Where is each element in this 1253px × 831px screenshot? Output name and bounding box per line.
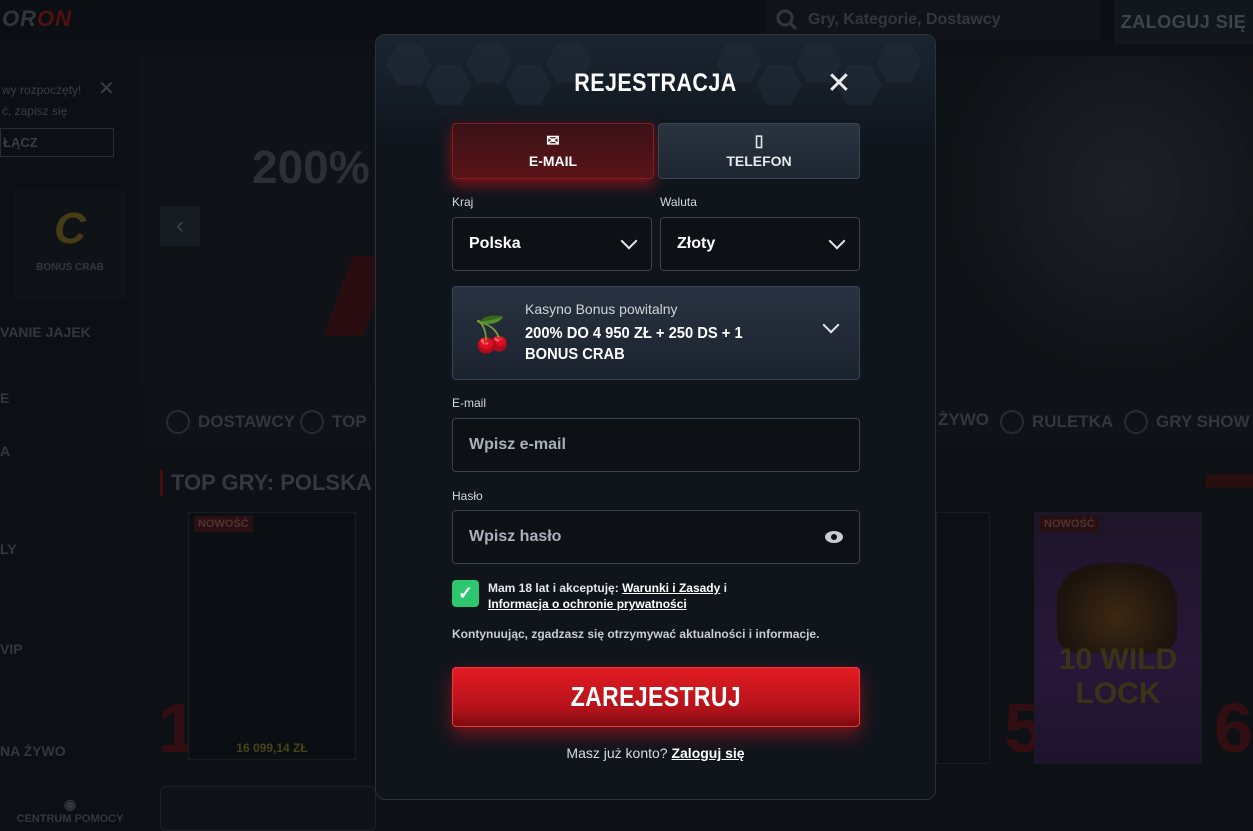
terms-text: Mam 18 lat i akceptuję: Warunki i Zasady…	[488, 580, 828, 612]
terms-conj: i	[723, 581, 727, 595]
register-button[interactable]: ZAREJESTRUJ	[452, 667, 860, 727]
currency-value: Złoty	[677, 235, 716, 252]
password-label: Hasło	[452, 489, 483, 503]
currency-select[interactable]: Złoty	[660, 217, 860, 271]
envelope-icon: ✉	[546, 133, 560, 150]
bonus-subtitle: Kasyno Bonus powitalny	[525, 301, 678, 317]
tab-email[interactable]: ✉ E-MAIL	[452, 123, 654, 179]
phone-icon: ▯	[754, 133, 764, 150]
close-icon[interactable]: ✕	[826, 69, 852, 99]
have-account-label: Masz już konto?	[566, 745, 668, 761]
tab-phone[interactable]: ▯ TELEFON	[658, 123, 860, 179]
modal-title: REJESTRACJA	[574, 69, 737, 97]
tab-label: E-MAIL	[528, 153, 578, 169]
chevron-down-icon	[822, 316, 840, 334]
password-field[interactable]: Wpisz hasło	[452, 510, 860, 564]
chevron-down-icon	[620, 232, 638, 250]
chevron-down-icon	[828, 232, 846, 250]
privacy-link[interactable]: Informacja o ochronie prywatności	[488, 597, 687, 611]
login-link[interactable]: Zaloguj się	[671, 745, 744, 761]
email-field[interactable]: Wpisz e-mail	[452, 418, 860, 472]
terms-link[interactable]: Warunki i Zasady	[622, 581, 720, 595]
eye-icon[interactable]	[825, 531, 843, 543]
registration-modal: REJESTRACJA ✕ ✉ E-MAIL ▯ TELEFON Kraj Po…	[375, 34, 936, 800]
country-select[interactable]: Polska	[452, 217, 652, 271]
country-value: Polska	[469, 235, 521, 252]
country-label: Kraj	[452, 195, 474, 209]
email-label: E-mail	[452, 396, 487, 410]
bonus-title: 200% DO 4 950 ZŁ + 250 DS + 1 BONUS CRAB	[525, 325, 743, 363]
have-account-text: Masz już konto? Zaloguj się	[376, 745, 935, 761]
terms-checkbox[interactable]: ✓	[452, 580, 479, 607]
consent-text: Kontynuując, zgadzasz się otrzymywać akt…	[452, 627, 820, 641]
bonus-select[interactable]: 🍒 Kasyno Bonus powitalny 200% DO 4 950 Z…	[452, 286, 860, 380]
password-placeholder: Wpisz hasło	[469, 528, 562, 545]
tab-label: TELEFON	[726, 153, 792, 169]
cherry-icon: 🍒	[471, 316, 514, 354]
register-label: ZAREJESTRUJ	[570, 681, 742, 712]
currency-label: Waluta	[660, 195, 697, 209]
terms-prefix: Mam 18 lat i akceptuję:	[488, 581, 619, 595]
email-placeholder: Wpisz e-mail	[469, 436, 566, 453]
